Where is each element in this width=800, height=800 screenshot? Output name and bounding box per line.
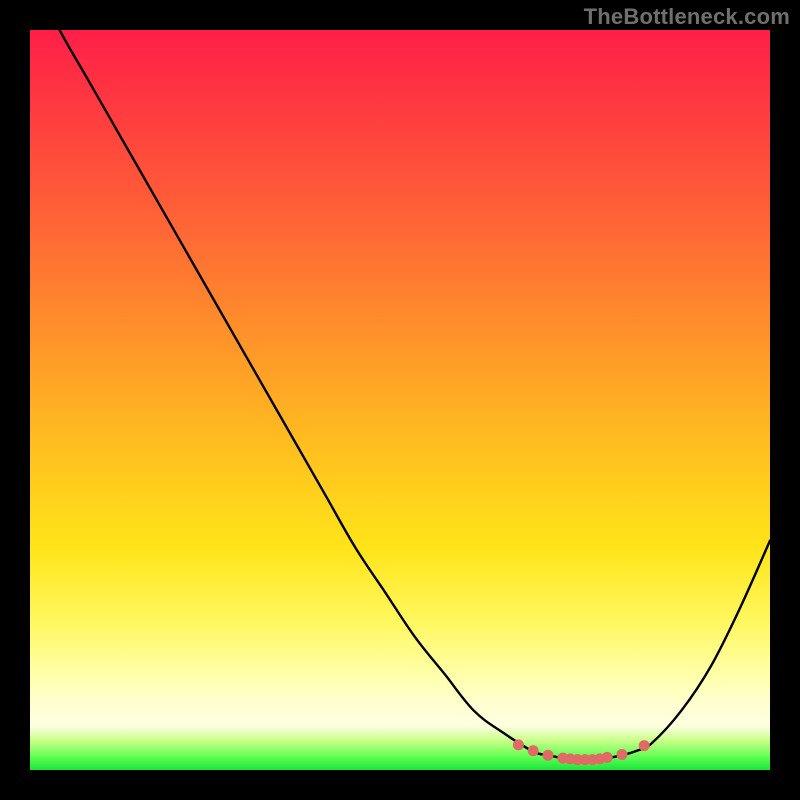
curve-svg [30, 30, 770, 770]
curve-marker [528, 745, 539, 756]
curve-marker [513, 739, 524, 750]
curve-marker [617, 749, 628, 760]
bottleneck-curve [30, 30, 770, 760]
watermark-text: TheBottleneck.com [584, 4, 790, 30]
chart-stage: TheBottleneck.com [0, 0, 800, 800]
curve-marker [602, 752, 613, 763]
plot-area [30, 30, 770, 770]
curve-marker [639, 740, 650, 751]
curve-marker [543, 750, 554, 761]
